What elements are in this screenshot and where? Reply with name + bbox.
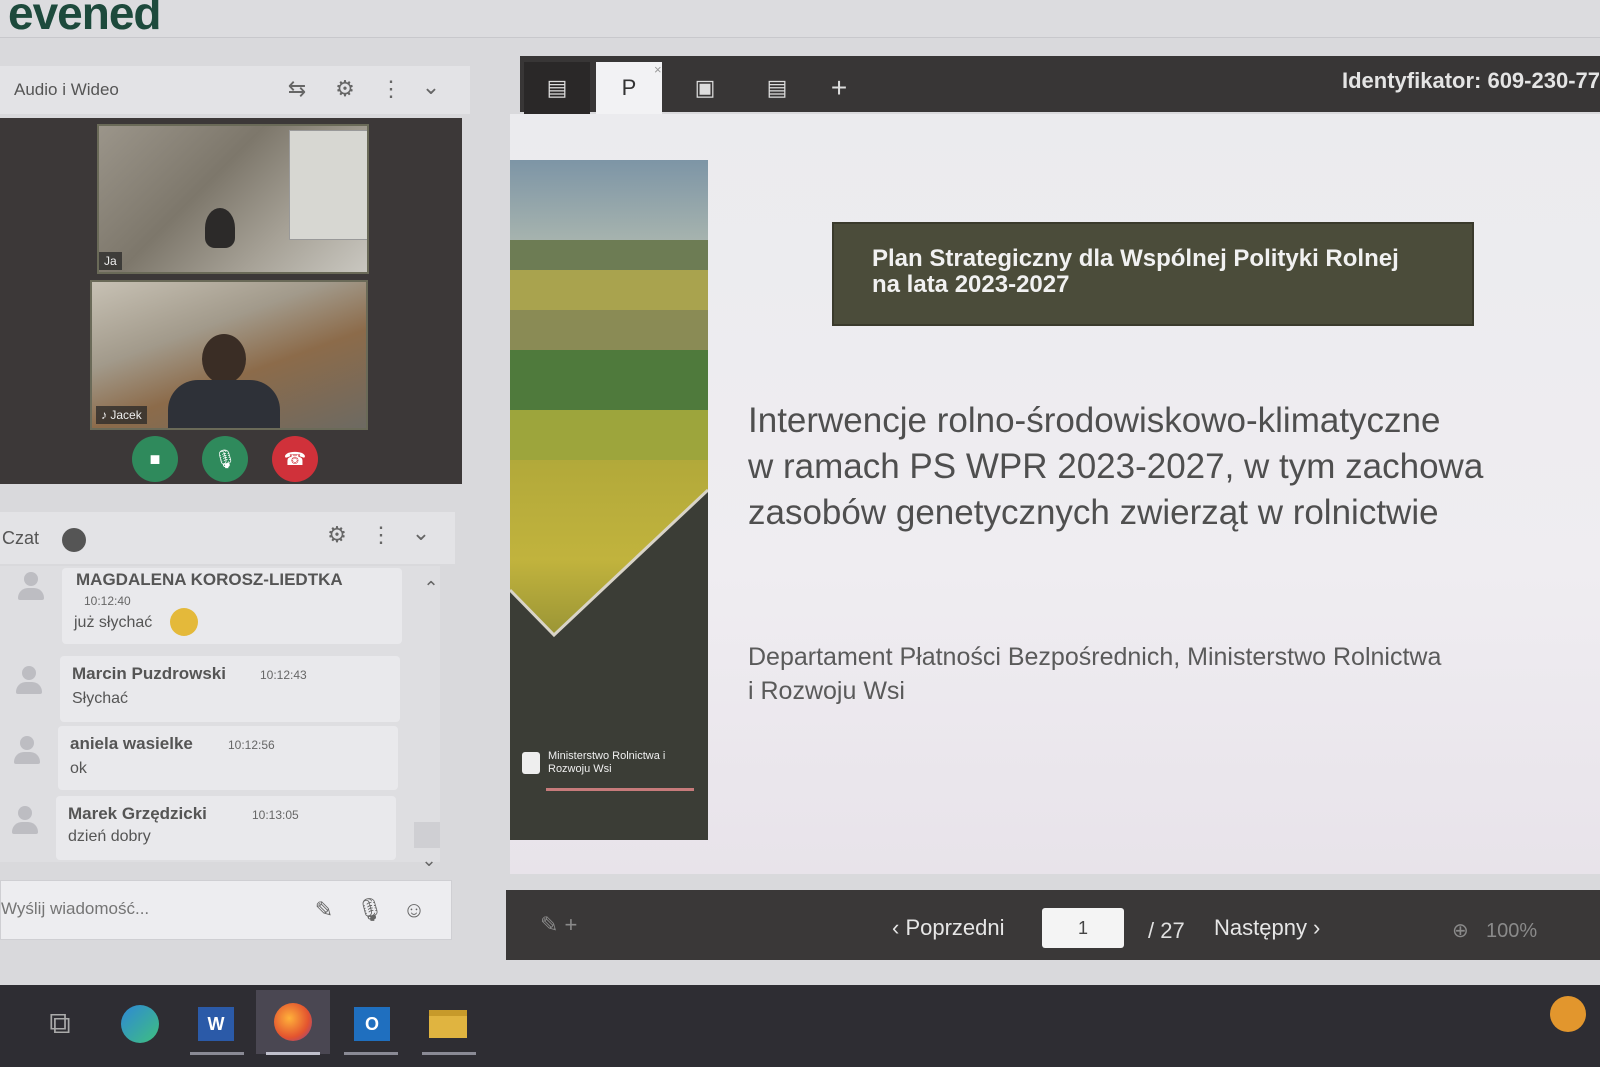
chat-message: MAGDALENA KOROSZ-LIEDTKA 10:12:40 już sł…: [62, 568, 402, 644]
microphone-icon: 🎙: [213, 448, 237, 469]
more-icon[interactable]: ⋮: [366, 522, 396, 548]
zoom-icon[interactable]: ⊕: [1452, 918, 1469, 943]
outlook-icon[interactable]: O: [342, 996, 402, 1052]
taskbar-active-indicator: [422, 1052, 476, 1055]
close-tab-icon[interactable]: ×: [654, 62, 662, 77]
video-tile-self[interactable]: Ja: [97, 124, 369, 274]
phone-hangup-icon: ☎: [283, 448, 307, 469]
avatar: [12, 806, 38, 836]
microphone-icon[interactable]: 🎙: [355, 897, 385, 923]
chat-message: Marcin Puzdrowski 10:12:43 Słychać: [60, 656, 400, 722]
tab-presentation[interactable]: ▣: [672, 62, 738, 114]
tile-label: Ja: [99, 252, 122, 270]
chevron-down-icon[interactable]: ⌄: [406, 520, 436, 546]
video-tile-remote[interactable]: ♪ Jacek: [90, 280, 368, 430]
message-author: MAGDALENA KOROSZ-LIEDTKA: [76, 570, 343, 589]
tab-document[interactable]: ▤: [744, 62, 810, 114]
chat-message: Marek Grzędzicki 10:13:05 dzień dobry: [56, 796, 396, 860]
logo-underline: [546, 788, 694, 791]
chat-input-bar: ✎ 🎙 ☺: [0, 880, 452, 940]
file-explorer-icon[interactable]: [418, 996, 478, 1052]
page-total: / 27: [1148, 918, 1185, 943]
message-time: 10:12:40: [84, 594, 131, 608]
previous-button[interactable]: ‹ Poprzedni: [892, 915, 1005, 941]
message-text: Słychać: [72, 690, 129, 707]
globe-icon[interactable]: [62, 528, 86, 552]
side-dark-panel: [510, 655, 708, 840]
person-silhouette: [205, 208, 235, 248]
gear-icon[interactable]: ⚙: [322, 522, 352, 548]
mic-icon: ♪: [101, 408, 111, 422]
chat-title: Czat: [2, 528, 40, 548]
emoji-icon[interactable]: ☺: [399, 897, 429, 923]
zoom-level: 100%: [1486, 920, 1538, 942]
add-tab-button[interactable]: +: [806, 62, 872, 114]
app-logo: evened: [8, 0, 162, 39]
edge-browser-icon[interactable]: [110, 996, 170, 1052]
camera-toggle-button[interactable]: ■: [132, 436, 178, 482]
taskbar-active-indicator: [190, 1052, 244, 1055]
mic-toggle-button[interactable]: 🎙: [202, 436, 248, 482]
message-author: Marek Grzędzicki: [68, 804, 207, 823]
more-icon[interactable]: ⋮: [376, 76, 406, 102]
message-time: 10:12:43: [260, 668, 307, 682]
message-author: Marcin Puzdrowski: [72, 664, 226, 683]
taskbar-active-indicator: [344, 1052, 398, 1055]
presentation-icon: ▣: [694, 75, 716, 100]
page-number-input[interactable]: [1042, 908, 1124, 948]
message-text: już słychać: [74, 614, 153, 631]
avatar: [16, 666, 42, 696]
camera-icon: ■: [149, 448, 161, 469]
document-icon: ▤: [766, 75, 788, 100]
avatar: [18, 572, 44, 602]
slide-title-box-text: Plan Strategiczny dla Wspólnej Polityki …: [872, 245, 1399, 298]
message-time: 10:12:56: [228, 738, 275, 752]
tab-powerpoint[interactable]: P: [596, 62, 662, 114]
tile-label: ♪ Jacek: [96, 406, 147, 424]
ministry-logo-text: Ministerstwo Rolnictwa i Rozwoju Wsi: [548, 750, 666, 775]
task-view-icon[interactable]: ⧉: [30, 996, 90, 1052]
message-author: aniela wasielke: [70, 734, 193, 753]
slide-department: Departament Płatności Bezpośrednich, Min…: [748, 643, 1442, 705]
scrollbar-thumb[interactable]: [414, 822, 440, 848]
gear-icon[interactable]: ⚙: [330, 76, 360, 102]
swap-icon[interactable]: ⇆: [282, 76, 312, 102]
slide-main-title: Interwencje rolno-środowiskowo-klimatycz…: [748, 401, 1484, 532]
chevron-down-icon[interactable]: ⌄: [416, 74, 446, 100]
paperclip-icon[interactable]: ✎: [309, 897, 339, 923]
message-text: dzień dobry: [68, 828, 151, 845]
powerpoint-icon: P: [621, 75, 637, 100]
word-icon[interactable]: W: [186, 996, 246, 1052]
whiteboard: [289, 130, 367, 240]
chat-message: aniela wasielke 10:12:56 ok: [58, 726, 398, 790]
person-head: [202, 334, 246, 384]
top-bar: [0, 0, 1600, 38]
notification-icon[interactable]: [1550, 996, 1586, 1032]
eagle-emblem-icon: [522, 752, 540, 774]
pencil-icon[interactable]: ✎ +: [540, 912, 577, 938]
avatar: [14, 736, 40, 766]
tab-document-active[interactable]: ▤: [524, 62, 590, 114]
plus-icon: +: [830, 72, 848, 103]
slide-title-box: Plan Strategiczny dla Wspólnej Polityki …: [832, 222, 1474, 326]
firefox-icon[interactable]: [256, 990, 330, 1054]
scroll-up-icon[interactable]: ⌃: [416, 578, 446, 599]
message-text: ok: [70, 760, 87, 777]
meeting-identifier: Identyfikator: 609-230-77: [1342, 68, 1600, 93]
scroll-down-icon[interactable]: ⌄: [414, 850, 444, 871]
hangup-button[interactable]: ☎: [272, 436, 318, 482]
next-button[interactable]: Następny ›: [1214, 915, 1320, 941]
chevron-shape: [510, 488, 708, 660]
smiley-emoji-icon: [170, 608, 198, 636]
person-body: [168, 380, 280, 428]
chat-message-input[interactable]: [1, 899, 291, 919]
taskbar-active-indicator: [266, 1052, 320, 1055]
message-time: 10:13:05: [252, 808, 299, 822]
document-icon: ▤: [546, 75, 568, 100]
audio-video-title: Audio i Wideo: [14, 80, 119, 99]
